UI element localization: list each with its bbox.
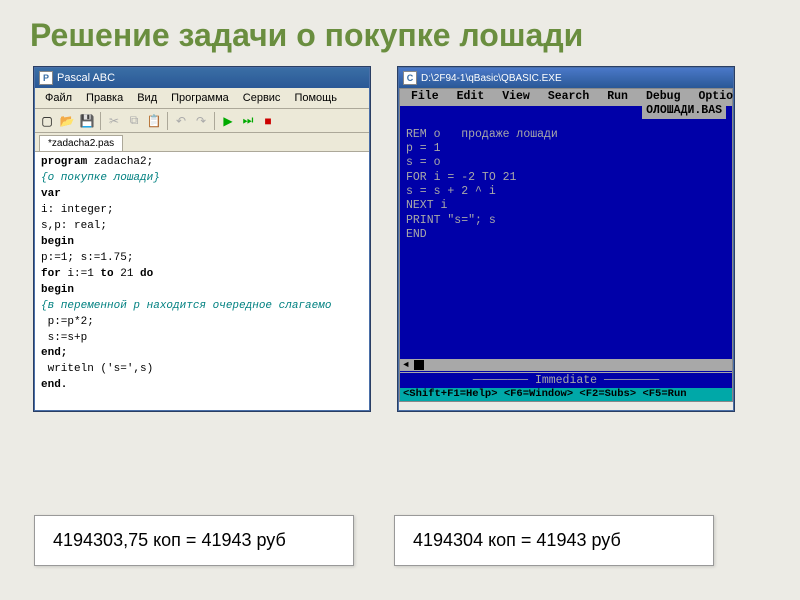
pascal-tabbar: *zadacha2.pas	[35, 133, 369, 152]
menu-program[interactable]: Программа	[165, 90, 235, 106]
copy-icon[interactable]: ⧉	[125, 112, 143, 130]
code-kw: do	[140, 268, 153, 280]
toolbar-separator	[214, 112, 215, 130]
menu-edit[interactable]: Правка	[80, 90, 129, 106]
code-line: END	[406, 228, 427, 241]
slide-title: Решение задачи о покупке лошади	[0, 0, 800, 67]
menu-run[interactable]: Run	[598, 90, 637, 104]
code-text: p:=1; s:=1.75;	[41, 252, 133, 264]
code-text: i:=1	[61, 268, 101, 280]
menu-search[interactable]: Search	[539, 90, 598, 104]
menu-edit[interactable]: Edit	[448, 90, 494, 104]
step-icon[interactable]: ⏭	[239, 112, 257, 130]
qbasic-titlebar: C D:\2F94-1\qBasic\QBASIC.EXE	[399, 68, 733, 88]
pascal-toolbar: ▢ 📂 💾 ✂ ⧉ 📋 ↶ ↷ ▶ ⏭ ■	[35, 109, 369, 133]
file-tab[interactable]: *zadacha2.pas	[39, 135, 123, 151]
pascal-titlebar: P Pascal ABC	[35, 68, 369, 88]
code-kw: begin	[41, 236, 74, 248]
menu-view[interactable]: Вид	[131, 90, 163, 106]
menu-service[interactable]: Сервис	[237, 90, 287, 106]
pascal-result: 4194303,75 коп = 41943 руб	[34, 515, 354, 566]
code-line: REM о продаже лошади	[406, 128, 558, 141]
pascal-menubar: Файл Правка Вид Программа Сервис Помощь	[35, 88, 369, 109]
undo-icon[interactable]: ↶	[172, 112, 190, 130]
code-line: s = s + 2 ^ i	[406, 185, 496, 198]
code-line: PRINT "s="; s	[406, 214, 496, 227]
code-line: FOR i = -2 TO 21	[406, 171, 516, 184]
windows-row: P Pascal ABC Файл Правка Вид Программа С…	[0, 67, 800, 411]
open-icon[interactable]: 📂	[58, 112, 76, 130]
toolbar-separator	[100, 112, 101, 130]
pascal-code[interactable]: program zadacha2; {о покупке лошади} var…	[35, 152, 369, 410]
qbasic-window: C D:\2F94-1\qBasic\QBASIC.EXE File Edit …	[398, 67, 734, 411]
menu-file[interactable]: Файл	[39, 90, 78, 106]
scroll-left-icon[interactable]: ◄	[400, 359, 412, 371]
dos-icon: C	[403, 71, 417, 85]
code-kw: end.	[41, 379, 67, 391]
stop-icon[interactable]: ■	[259, 112, 277, 130]
qbasic-result: 4194304 коп = 41943 руб	[394, 515, 714, 566]
code-text: 21	[114, 268, 140, 280]
code-kw: program	[41, 156, 87, 168]
code-comment: {о покупке лошади}	[41, 172, 160, 184]
code-comment: {в пеpеменной p находится очеpедное слаг…	[41, 300, 331, 312]
qbasic-filename: ОЛОШАДИ.BAS	[642, 104, 726, 118]
run-icon[interactable]: ▶	[219, 112, 237, 130]
menu-options[interactable]: Optio	[689, 90, 742, 104]
qbasic-statusbar: <Shift+F1=Help> <F6=Window> <F2=Subs> <F…	[400, 388, 732, 401]
code-text: p:=p*2;	[41, 316, 94, 328]
paste-icon[interactable]: 📋	[145, 112, 163, 130]
code-kw: for	[41, 268, 61, 280]
immediate-pane-label: ──────── Immediate ────────	[400, 372, 732, 388]
menu-debug[interactable]: Debug	[637, 90, 690, 104]
window-title: Pascal ABC	[57, 72, 115, 84]
code-text: s:=s+p	[41, 332, 87, 344]
immediate-label-text: Immediate	[535, 374, 597, 387]
qbasic-menubar: File Edit View Search Run Debug Optio	[400, 89, 732, 105]
menu-view[interactable]: View	[493, 90, 539, 104]
menu-file[interactable]: File	[402, 90, 448, 104]
window-title: D:\2F94-1\qBasic\QBASIC.EXE	[421, 73, 562, 84]
code-text: writeln ('s=',s)	[41, 363, 153, 375]
code-kw: end;	[41, 347, 67, 359]
code-text: i: integer;	[41, 204, 114, 216]
code-kw: var	[41, 188, 61, 200]
code-line: s = o	[406, 156, 441, 169]
cut-icon[interactable]: ✂	[105, 112, 123, 130]
pascal-window: P Pascal ABC Файл Правка Вид Программа С…	[34, 67, 370, 411]
menu-help[interactable]: Помощь	[288, 90, 343, 106]
new-icon[interactable]: ▢	[38, 112, 56, 130]
results-row: 4194303,75 коп = 41943 руб 4194304 коп =…	[0, 515, 748, 566]
dos-body: File Edit View Search Run Debug Optio ОЛ…	[399, 88, 733, 402]
toolbar-separator	[167, 112, 168, 130]
code-text: s,p: real;	[41, 220, 107, 232]
code-kw: begin	[41, 284, 74, 296]
dos-scrollbar[interactable]: ◄	[400, 359, 732, 371]
code-kw: to	[100, 268, 113, 280]
code-line: NEXT i	[406, 199, 447, 212]
save-icon[interactable]: 💾	[78, 112, 96, 130]
scroll-thumb[interactable]	[414, 360, 424, 370]
code-text: zadacha2;	[87, 156, 153, 168]
app-icon: P	[39, 71, 53, 85]
code-line: p = 1	[406, 142, 441, 155]
qbasic-code[interactable]: REM о продаже лошади p = 1 s = o FOR i =…	[400, 106, 732, 247]
redo-icon[interactable]: ↷	[192, 112, 210, 130]
